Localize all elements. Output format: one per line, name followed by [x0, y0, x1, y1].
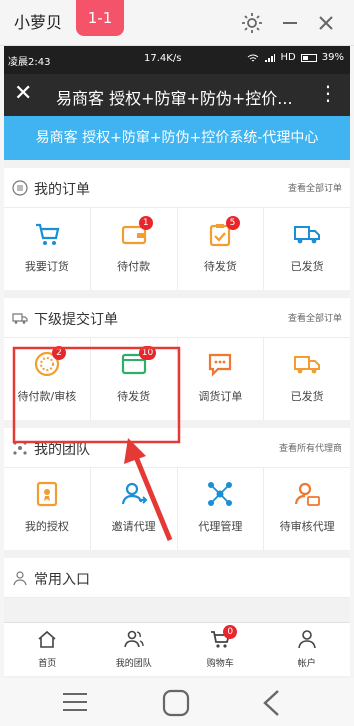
frame-right-border: [350, 46, 354, 678]
list-icon: [12, 180, 28, 196]
view-all-orders-link[interactable]: 查看全部订单: [288, 181, 342, 194]
sub-orders-grid: 2 待付款/审核 10 待发货 调货订单 已发货: [4, 338, 350, 420]
signal-icon: [264, 53, 275, 62]
app-name: 小萝贝: [14, 13, 63, 32]
view-all-agents-link[interactable]: 查看所有代理商: [279, 441, 342, 454]
header-banner: 易商客 授权+防窜+防伪+控价系统-代理中心: [4, 116, 350, 160]
phone-screen: 凌晨2:43 17.4K/s HD 39% ✕ 易商客 授权+防窜+防伪+控价.…: [4, 46, 350, 676]
section-title: 我的团队: [34, 442, 90, 458]
sub-order-item-pending-review[interactable]: 2 待付款/审核: [4, 338, 91, 420]
view-all-sub-orders-link[interactable]: 查看全部订单: [288, 311, 342, 324]
order-item-place-order[interactable]: 我要订货: [4, 208, 91, 290]
item-label: 待发货: [203, 260, 237, 273]
shopping-cart-icon: [35, 223, 60, 245]
team-dots-icon: [13, 441, 27, 455]
truck-outline-icon: [12, 313, 28, 324]
order-item-pending-shipment[interactable]: 5 待发货: [178, 208, 265, 290]
truck-icon: [294, 226, 321, 244]
sub-orders-section: 下级提交订单 查看全部订单 2 待付款/审核 10 待发货 调货订单 已发货: [4, 298, 350, 420]
my-orders-header: 我的订单 查看全部订单: [4, 168, 350, 208]
nav-account[interactable]: 帐户: [264, 623, 351, 676]
bottom-nav: 首页 我的团队 0 购物车 帐户: [4, 622, 350, 676]
item-label: 邀请代理: [111, 520, 156, 533]
sub-order-item-transfer[interactable]: 调货订单: [178, 338, 265, 420]
item-label: 我要订货: [24, 260, 69, 273]
user-icon: [13, 571, 27, 586]
item-label: 待付款/审核: [17, 390, 77, 403]
more-options-icon[interactable]: ⋮: [318, 81, 338, 105]
home-icon: [38, 630, 56, 648]
team-icon: [123, 630, 144, 648]
order-item-pending-payment[interactable]: 1 待付款: [91, 208, 178, 290]
nav-label: 首页: [38, 659, 57, 669]
status-network-type: HD: [280, 52, 296, 63]
close-window-icon[interactable]: [314, 11, 338, 35]
title-bar: ✕ 易商客 授权+防窜+防伪+控价... ⋮: [4, 74, 350, 116]
sub-order-item-pending-shipment[interactable]: 10 待发货: [91, 338, 178, 420]
my-team-section: 我的团队 查看所有代理商 我的授权 邀请代理 代理管理 待审核代理: [4, 428, 350, 550]
status-right-group: HD 39%: [247, 52, 344, 63]
certificate-icon: [36, 481, 57, 507]
my-team-header: 我的团队 查看所有代理商: [4, 428, 350, 468]
wifi-icon: [247, 54, 258, 61]
badge: 1: [138, 216, 153, 230]
close-icon[interactable]: ✕: [14, 81, 32, 106]
item-label: 待审核代理: [279, 520, 335, 533]
badge: 2: [52, 346, 67, 360]
item-label: 调货订单: [198, 390, 243, 403]
team-item-agent-management[interactable]: 代理管理: [178, 468, 265, 550]
section-title: 我的订单: [34, 182, 90, 198]
nav-my-team[interactable]: 我的团队: [91, 623, 178, 676]
sub-orders-header: 下级提交订单 查看全部订单: [4, 298, 350, 338]
menu-icon[interactable]: [62, 691, 88, 713]
section-title: 常用入口: [34, 572, 90, 588]
status-bar: 凌晨2:43 17.4K/s HD 39%: [4, 46, 350, 74]
page-title: 易商客 授权+防窜+防伪+控价...: [56, 89, 293, 108]
system-nav-bar: [0, 678, 354, 726]
account-icon: [297, 630, 316, 649]
common-entry-header: 常用入口: [4, 558, 350, 598]
nav-home[interactable]: 首页: [4, 623, 91, 676]
nav-label: 帐户: [297, 659, 316, 669]
item-label: 待付款: [117, 260, 151, 273]
minimize-icon[interactable]: [278, 11, 302, 35]
team-item-pending-agents[interactable]: 待审核代理: [264, 468, 350, 550]
badge: 10: [138, 346, 157, 360]
nav-label: 我的团队: [115, 659, 152, 669]
team-item-my-authorization[interactable]: 我的授权: [4, 468, 91, 550]
network-icon: [208, 482, 233, 506]
chat-icon: [209, 353, 232, 377]
team-item-invite-agent[interactable]: 邀请代理: [91, 468, 178, 550]
team-grid: 我的授权 邀请代理 代理管理 待审核代理: [4, 468, 350, 550]
app-frame-header: 小萝贝 1-1: [0, 0, 354, 46]
badge: 5: [225, 216, 240, 230]
status-time: 凌晨2:43: [8, 57, 51, 68]
item-label: 我的授权: [24, 520, 69, 533]
home-square-icon[interactable]: [162, 689, 190, 717]
battery-icon: [300, 53, 317, 62]
status-battery: 39%: [321, 52, 344, 63]
status-network-speed: 17.4K/s: [144, 53, 182, 64]
nav-cart[interactable]: 0 购物车: [177, 623, 264, 676]
item-label: 代理管理: [198, 520, 243, 533]
truck-icon: [294, 356, 321, 374]
section-title: 下级提交订单: [34, 312, 118, 328]
settings-gear-icon[interactable]: [240, 11, 264, 35]
item-label: 已发货: [290, 390, 324, 403]
pending-user-icon: [295, 482, 321, 506]
order-item-shipped[interactable]: 已发货: [264, 208, 350, 290]
cart-badge: 0: [223, 625, 238, 639]
item-label: 已发货: [290, 260, 324, 273]
my-orders-section: 我的订单 查看全部订单 我要订货 1 待付款 5 待发货 已发货: [4, 168, 350, 290]
common-entry-section: 常用入口: [4, 558, 350, 598]
back-icon[interactable]: [262, 689, 280, 717]
invite-user-icon: [121, 482, 148, 505]
nav-label: 购物车: [206, 659, 234, 669]
item-label: 待发货: [117, 390, 151, 403]
orders-grid: 我要订货 1 待付款 5 待发货 已发货: [4, 208, 350, 290]
page-indicator[interactable]: 1-1: [76, 0, 124, 36]
sub-order-item-shipped[interactable]: 已发货: [264, 338, 350, 420]
